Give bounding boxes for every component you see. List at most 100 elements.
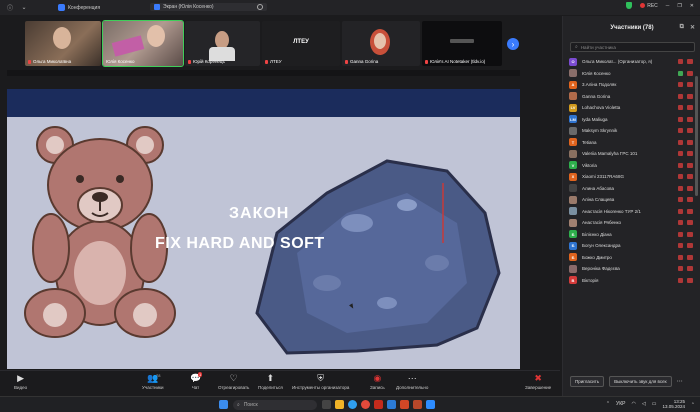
record-label: Запись	[370, 385, 385, 390]
presentation-slide[interactable]: ЗАКОН FIX HARD AND SOFT	[7, 89, 520, 369]
record-button[interactable]: ◉ Запись	[370, 373, 385, 390]
tab-conference[interactable]: Конференция	[58, 4, 100, 11]
share-button[interactable]: ⬆ Поделиться	[258, 373, 283, 390]
participant-name: Iyda Maliuga	[582, 116, 608, 122]
more-dots-icon[interactable]: ⋯	[677, 378, 683, 385]
avatar: O	[569, 57, 577, 66]
edge-icon[interactable]	[348, 400, 357, 409]
participant-row[interactable]: Аліна Слащева	[569, 194, 693, 206]
participant-row[interactable]: Алина Абасова	[569, 183, 693, 195]
search-icon: ⌕	[575, 44, 578, 50]
participant-row[interactable]: LV Lohachova Violetta	[569, 102, 693, 114]
system-tray: ⌃ УКР ◠ ◁ ▭ 13:25 13.05.2024 ◔	[606, 399, 694, 409]
language-indicator[interactable]: УКР	[616, 401, 625, 407]
host-tools-button[interactable]: ⛨ Инструменты организатора	[292, 373, 349, 390]
video-tile[interactable]: Юрій Коренець	[185, 21, 260, 66]
video-off-icon	[687, 266, 693, 272]
participant-status-icons	[678, 93, 693, 99]
clock[interactable]: 13:25 13.05.2024	[662, 399, 685, 409]
pdf-icon[interactable]	[413, 400, 422, 409]
invite-button[interactable]: Пригласить	[570, 375, 605, 387]
video-tile[interactable]: Ganna Gorina	[342, 21, 420, 66]
participant-status-icons	[678, 151, 693, 157]
end-meeting-button[interactable]: ✖ Завершение	[525, 373, 551, 390]
windows-start-icon[interactable]	[219, 400, 228, 409]
security-shield-icon[interactable]	[626, 2, 633, 9]
participant-row[interactable]: Valeriia Mamalyha ГРС 101	[569, 148, 693, 160]
participant-status-icons	[678, 105, 693, 111]
next-page-chevron-icon[interactable]: ›	[507, 38, 519, 50]
wifi-icon[interactable]: ◠	[631, 401, 635, 407]
window-close-icon[interactable]: ✕	[690, 3, 694, 9]
participant-row[interactable]: LM Iyda Maliuga	[569, 114, 693, 126]
participant-row[interactable]: Анастасія Нікогенко ТУР 2/1	[569, 206, 693, 218]
popout-icon[interactable]: ⧉	[680, 24, 684, 31]
participant-row[interactable]: Ganna Gorina	[569, 91, 693, 103]
more-button[interactable]: ⋯ Дополнительно	[396, 373, 428, 390]
recording-indicator[interactable]: REC	[640, 3, 658, 9]
participant-name: Ganna Gorina	[582, 93, 611, 99]
participant-search-input[interactable]: ⌕ Найти участника	[570, 42, 695, 52]
participant-row[interactable]: Б Божко Дмитро	[569, 252, 693, 264]
participant-name: 3.Аліна Подоляк	[582, 82, 617, 88]
chrome-icon[interactable]	[361, 400, 370, 409]
volume-icon[interactable]: ◁	[642, 401, 646, 407]
participant-status-icons	[678, 162, 693, 168]
participant-row[interactable]: Б Білієнко Діана	[569, 229, 693, 241]
participants-button[interactable]: 👥 78 Участники	[142, 373, 164, 390]
participant-row[interactable]: V Viktoria	[569, 160, 693, 172]
close-icon[interactable]: ✕	[690, 24, 695, 31]
participant-status-icons	[678, 266, 693, 272]
powerpoint-icon[interactable]	[400, 400, 409, 409]
tray-chevron-icon[interactable]: ⌃	[606, 401, 610, 407]
participant-row[interactable]: Анастасія Рябенко	[569, 217, 693, 229]
tab-screen-label: Экран (Юлія Косенко)	[163, 4, 214, 10]
participant-row[interactable]: O Ольга Миколаї... (Организатор, я)	[569, 56, 693, 68]
video-button[interactable]: ▶ Видео	[14, 373, 27, 390]
mute-all-button[interactable]: Выключить звук для всех	[609, 375, 672, 387]
participant-row[interactable]: В Вікторія	[569, 275, 693, 287]
video-tile-active-speaker[interactable]: Юлія Косенко	[102, 20, 184, 67]
muted-mic-icon	[678, 82, 683, 88]
participant-status-icons	[678, 277, 693, 283]
word-icon[interactable]	[387, 400, 396, 409]
participant-name: Алина Абасова	[582, 185, 615, 191]
video-tile[interactable]: Юлія's AI Notetaker (tldv.io)	[422, 21, 502, 66]
participant-status-icons	[678, 139, 693, 145]
panel-scrollbar[interactable]	[695, 76, 698, 196]
chevron-down-icon[interactable]: ⌄	[20, 4, 28, 12]
react-button[interactable]: ♡ Отреагировать	[218, 373, 249, 390]
record-dot-icon	[640, 3, 646, 8]
avatar	[569, 126, 577, 135]
video-tile[interactable]: ЛТЕУ ЛТЕУ	[262, 21, 340, 66]
participant-row[interactable]: Maksym Skrynnik	[569, 125, 693, 137]
participant-status-icons	[678, 82, 693, 88]
held-object	[111, 35, 145, 57]
video-off-icon	[687, 139, 693, 145]
taskbar-search[interactable]: ⌕ Поиск	[233, 400, 317, 410]
participant-row[interactable]: X Xiaomi 23117RA68G	[569, 171, 693, 183]
participant-row[interactable]: T Tetiana	[569, 137, 693, 149]
avatar: Б	[569, 230, 577, 239]
notifications-icon[interactable]: ◔	[691, 401, 694, 407]
tab-screen-share[interactable]: Экран (Юлія Косенко)	[150, 3, 267, 11]
app-icon[interactable]	[374, 400, 383, 409]
file-explorer-icon[interactable]	[335, 400, 344, 409]
participant-row[interactable]: А 3.Аліна Подоляк	[569, 79, 693, 91]
participant-row[interactable]: Вероніка Фадєєва	[569, 263, 693, 275]
participant-name: Viktoria	[582, 162, 597, 168]
participant-row[interactable]: Б Богун Олександра	[569, 240, 693, 252]
window-minimize-icon[interactable]: ─	[666, 3, 670, 9]
participant-status-icons	[678, 128, 693, 134]
info-icon[interactable]: ⓘ	[6, 4, 14, 12]
minimize-icon[interactable]	[256, 4, 263, 10]
zoom-taskbar-icon[interactable]	[426, 400, 435, 409]
muted-mic-icon	[678, 128, 683, 134]
video-tile[interactable]: Ольга Миколаївна	[25, 21, 101, 66]
chat-button[interactable]: 💬 1 Чат	[190, 372, 203, 390]
task-view-icon[interactable]	[322, 400, 331, 409]
window-restore-icon[interactable]: ❐	[677, 3, 681, 9]
battery-icon[interactable]: ▭	[652, 401, 657, 407]
tile-name-tag: Юлія's AI Notetaker (tldv.io)	[425, 59, 485, 64]
participant-row[interactable]: Юлія Косенко	[569, 68, 693, 80]
